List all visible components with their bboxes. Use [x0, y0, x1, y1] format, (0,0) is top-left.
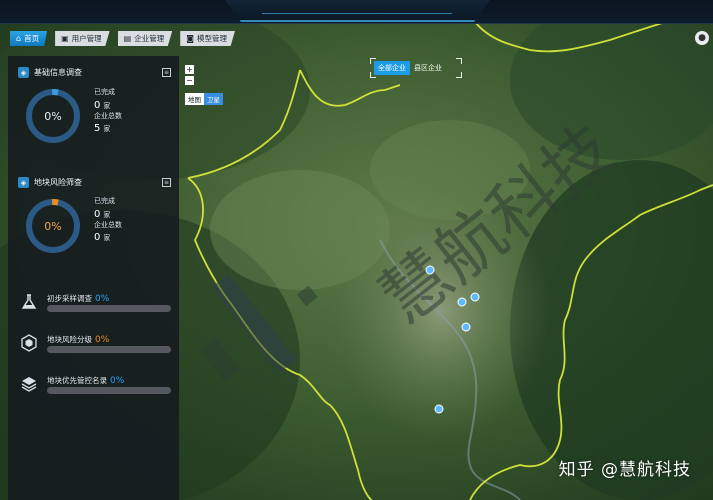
priority-control-label: 地块优先管控名录 [47, 376, 107, 385]
initial-sampling-label: 初步采样调查 [47, 294, 92, 303]
screening-icon: ◈ [18, 177, 29, 188]
basic-survey-stats: 已完成 0家 企业总数 5家 [94, 88, 122, 135]
risk-grading-progress-bar [47, 346, 171, 353]
top-header [0, 0, 713, 24]
priority-control-progress-bar [47, 387, 171, 394]
building-icon: ▤ [123, 33, 132, 43]
basic-survey-title: 基础信息调查 [34, 68, 82, 77]
model-icon: ◙ [186, 33, 194, 43]
completed-label: 已完成 [94, 88, 115, 96]
unit-label: 家 [103, 101, 111, 110]
layers-icon [21, 377, 37, 392]
risk-screening-percent: 0% [44, 219, 62, 233]
list-menu-icon[interactable]: ≡ [162, 178, 171, 187]
map-marker[interactable] [470, 292, 480, 302]
map-marker[interactable] [457, 297, 467, 307]
user-icon: ▣ [61, 33, 69, 43]
map-type-switch: 地图 卫星 [185, 93, 223, 105]
list-menu-icon[interactable]: ≡ [162, 68, 171, 77]
user-avatar-icon: ● [698, 33, 706, 43]
risk-screening-header: ◈ 地块风险筛查 [18, 177, 82, 188]
tab-model-label: 模型管理 [196, 34, 227, 43]
tab-user-label: 用户管理 [71, 34, 102, 43]
unit-label: 家 [103, 210, 111, 219]
credit-watermark: 知乎 @慧航科技 [558, 460, 691, 480]
risk-screening-title: 地块风险筛查 [34, 178, 82, 187]
unit-label: 家 [103, 234, 111, 243]
map-type-standard[interactable]: 地图 [185, 93, 204, 105]
filter-county-enterprises[interactable]: 县区企业 [410, 61, 446, 75]
main-nav-tabs: ⌂ 首页 ▣ 用户管理 ▤ 企业管理 ◙ 模型管理 [10, 31, 235, 46]
filter-all-enterprises[interactable]: 全部企业 [374, 61, 410, 75]
map-marker[interactable] [461, 322, 471, 332]
zoom-out-button[interactable]: − [185, 76, 194, 85]
header-decoration-line [262, 4, 452, 14]
total-value: 5 [94, 123, 101, 135]
priority-control-percent: 0% [110, 376, 125, 386]
initial-sampling-progress-bar [47, 305, 171, 312]
tab-home-label: 首页 [24, 34, 40, 43]
basic-survey-header: ◈ 基础信息调查 [18, 67, 82, 78]
tab-enterprise-label: 企业管理 [134, 34, 165, 43]
risk-screening-progress-ring: 0% [24, 197, 82, 255]
total-value: 0 [94, 232, 101, 244]
flask-icon [21, 294, 37, 309]
enterprise-filter: 全部企业 县区企业 [370, 58, 462, 78]
total-label: 企业总数 [94, 111, 122, 120]
map-type-satellite[interactable]: 卫星 [204, 93, 223, 105]
initial-sampling-percent: 0% [95, 294, 110, 304]
tab-home[interactable]: ⌂ 首页 [10, 31, 48, 46]
left-stats-panel: ◈ 基础信息调查 ≡ 0% 已完成 0家 企业总数 5家 ◈ 地块风险筛查 ≡ … [8, 56, 179, 500]
unit-label: 家 [103, 125, 111, 134]
map-marker[interactable] [425, 265, 435, 275]
risk-grading-label: 地块风险分级 [47, 335, 92, 344]
user-avatar-button[interactable]: ● [695, 31, 709, 45]
hexagon-icon [21, 334, 37, 352]
zoom-in-button[interactable]: + [185, 65, 194, 74]
total-label: 企业总数 [94, 220, 122, 229]
completed-value: 0 [94, 208, 101, 220]
tab-user-management[interactable]: ▣ 用户管理 [55, 31, 110, 46]
tab-enterprise-management[interactable]: ▤ 企业管理 [117, 31, 173, 46]
home-icon: ⌂ [16, 33, 22, 43]
basic-survey-percent: 0% [44, 109, 62, 123]
basic-survey-progress-ring: 0% [24, 87, 82, 145]
completed-label: 已完成 [94, 197, 115, 205]
risk-grading-percent: 0% [95, 335, 110, 345]
zoom-controls: + − [185, 65, 194, 85]
map-marker[interactable] [434, 404, 444, 414]
survey-icon: ◈ [18, 67, 29, 78]
tab-model-management[interactable]: ◙ 模型管理 [180, 31, 235, 46]
completed-value: 0 [94, 99, 101, 111]
risk-screening-stats: 已完成 0家 企业总数 0家 [94, 197, 122, 244]
